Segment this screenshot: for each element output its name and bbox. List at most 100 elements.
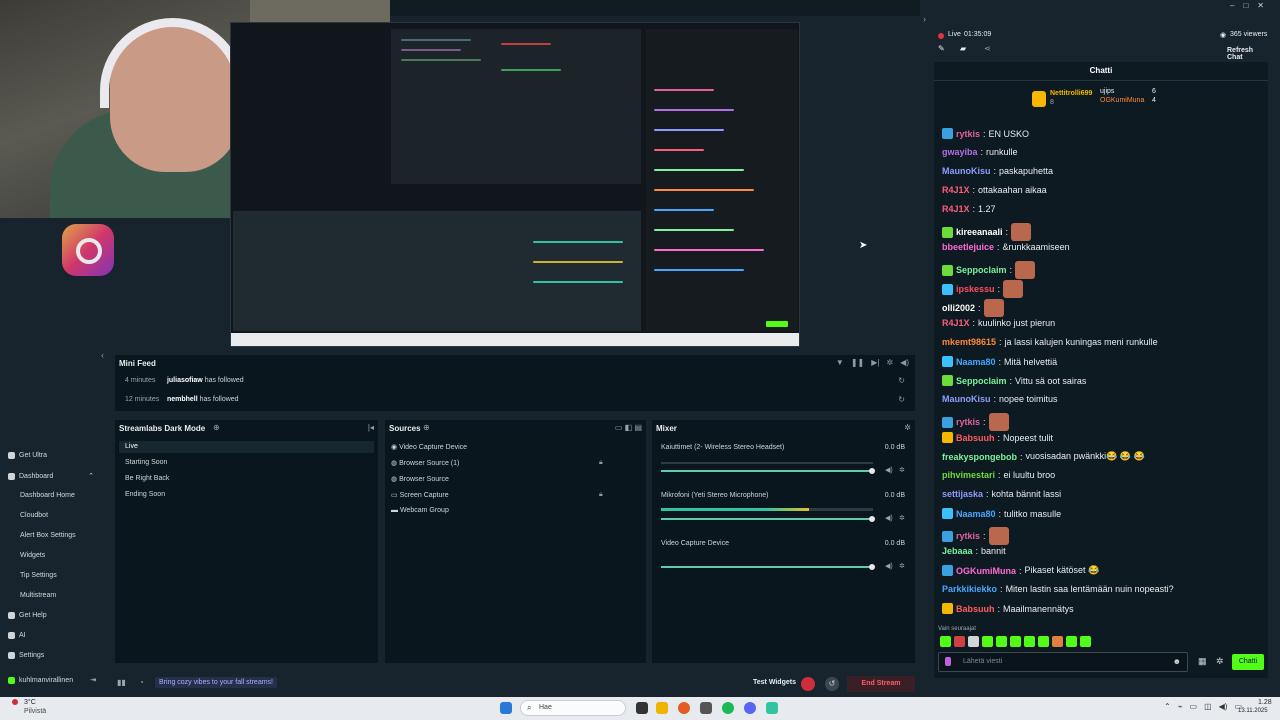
network-icon[interactable]: ◫ <box>1204 702 1212 711</box>
discord-icon[interactable] <box>744 702 756 714</box>
source-item[interactable]: ▭ Screen Capture <box>391 491 449 499</box>
taskbar-search[interactable]: ⌕ Hae <box>520 700 626 716</box>
replay-icon[interactable]: ↻ <box>898 376 905 385</box>
gear-icon[interactable]: ✲ <box>899 466 905 474</box>
share-icon[interactable]: ⋖ <box>984 44 991 53</box>
sidebar-user[interactable]: kuhlmanvirallinen ⇥ <box>8 676 96 684</box>
chat-username[interactable]: settijaska <box>942 489 983 499</box>
chat-username[interactable]: bbeetlejuice <box>942 242 994 252</box>
chat-username[interactable]: freakyspongebob <box>942 452 1017 462</box>
chat-username[interactable]: R4J1X <box>942 204 970 214</box>
close-icon[interactable]: ✕ <box>1257 1 1264 10</box>
speaker-icon[interactable]: ◀) <box>885 466 893 474</box>
gear-icon[interactable]: ✲ <box>899 514 905 522</box>
sidebar-item-cloudbot[interactable]: Cloudbot <box>20 512 48 519</box>
minimize-icon[interactable]: – <box>1230 1 1234 10</box>
sidebar-item-tip-settings[interactable]: Tip Settings <box>20 572 57 579</box>
chat-username[interactable]: R4J1X <box>942 318 970 328</box>
logout-icon[interactable]: ⇥ <box>90 676 96 684</box>
chat-username[interactable]: mkemt98615 <box>942 337 996 347</box>
emoji-icon[interactable]: ☻ <box>1173 657 1181 666</box>
add-source-icon[interactable]: ⊕ <box>423 423 430 432</box>
sidebar-item-multistream[interactable]: Multistream <box>20 592 56 599</box>
volume-slider[interactable] <box>661 470 873 472</box>
sidebar-item-dashboard[interactable]: Dashboard ⌃ <box>8 472 94 480</box>
gift-icon[interactable]: ▦ <box>1198 656 1207 667</box>
pause-icon[interactable]: ❚❚ <box>851 358 864 367</box>
chevron-up-icon[interactable]: ⌃ <box>1164 702 1171 711</box>
source-tools-icon[interactable]: ▭ ◧ ▤ <box>615 423 642 432</box>
sidebar-item-widgets[interactable]: Widgets <box>20 552 45 559</box>
edit-icon[interactable]: ✎ <box>938 44 945 53</box>
emote-bar[interactable] <box>940 636 1091 647</box>
chat-username[interactable]: Babsuuh <box>956 433 995 443</box>
sidebar-item-settings[interactable]: Settings <box>8 652 44 659</box>
chat-username[interactable]: rytkis <box>956 129 980 139</box>
promo-banner[interactable]: Bring cozy vibes to your fall streams! <box>155 677 277 688</box>
task-view-icon[interactable] <box>636 702 648 714</box>
source-item[interactable]: ◍ Browser Source <box>391 475 449 483</box>
scene-item[interactable]: Live <box>125 443 138 450</box>
volume-slider-knob[interactable] <box>869 564 875 570</box>
chat-username[interactable]: rytkis <box>956 417 980 427</box>
chat-username[interactable]: MaunoKisu <box>942 394 991 404</box>
lock-icon[interactable]: 🔒︎ <box>599 491 603 499</box>
volume-icon[interactable]: ◀) <box>900 358 909 367</box>
sidebar-item-alert-box[interactable]: Alert Box Settings <box>20 532 76 539</box>
lock-icon[interactable]: 🔒︎ <box>599 459 603 467</box>
replay-icon[interactable]: ↻ <box>898 395 905 404</box>
chat-username[interactable]: OGKumiMuna <box>956 566 1016 576</box>
mixer-settings-icon[interactable]: ✲ <box>904 423 911 432</box>
scene-transition-icon[interactable]: |◂ <box>368 423 374 432</box>
add-scene-collection-icon[interactable]: ⊕ <box>213 423 220 432</box>
skip-icon[interactable]: ▶| <box>871 358 879 367</box>
gear-icon[interactable]: ✲ <box>899 562 905 570</box>
spotify-icon[interactable] <box>722 702 734 714</box>
weather-temp[interactable]: 3°C <box>24 699 36 706</box>
chat-input[interactable]: Lähetä viesti ☻ <box>938 652 1188 672</box>
chat-username[interactable]: R4J1X <box>942 185 970 195</box>
stats-icon[interactable]: ▮▮ <box>117 678 126 687</box>
weather-desc[interactable]: Pilvistä <box>24 708 46 715</box>
chat-username[interactable]: pihvimestari <box>942 470 995 480</box>
source-item[interactable]: ◉ Video Capture Device <box>391 443 467 451</box>
clock-time[interactable]: 1.28 <box>1258 699 1272 706</box>
settings-icon[interactable]: ✲ <box>886 358 893 367</box>
chat-username[interactable]: Naama80 <box>956 357 996 367</box>
chat-username[interactable]: gwayiba <box>942 147 978 157</box>
gear-icon[interactable]: ✲ <box>1216 656 1224 667</box>
speaker-icon[interactable]: ◀) <box>885 514 893 522</box>
end-stream-button[interactable]: End Stream <box>847 676 915 692</box>
scene-item[interactable]: Ending Soon <box>125 491 165 498</box>
chat-username[interactable]: olli2002 <box>942 303 975 313</box>
record-button[interactable] <box>801 677 815 691</box>
source-item[interactable]: ◍ Browser Source (1) <box>391 459 459 467</box>
folder-icon[interactable]: ▭ <box>1190 702 1198 711</box>
chat-username[interactable]: MaunoKisu <box>942 166 991 176</box>
speaker-icon[interactable]: ◀) <box>1219 702 1228 711</box>
chat-username[interactable]: ipskessu <box>956 284 995 294</box>
chat-username[interactable]: Naama80 <box>956 509 996 519</box>
send-chat-button[interactable]: Chatti <box>1232 654 1264 670</box>
scene-item[interactable]: Starting Soon <box>125 459 167 466</box>
speaker-icon[interactable]: ◀) <box>885 562 893 570</box>
maximize-icon[interactable]: □ <box>1243 1 1248 10</box>
usb-icon[interactable]: ⌁ <box>1178 702 1183 711</box>
collapse-right-icon[interactable]: › <box>923 14 926 24</box>
refresh-chat-button[interactable]: Refresh Chat <box>1227 47 1268 61</box>
chat-username[interactable]: Babsuuh <box>956 604 995 614</box>
filter-icon[interactable]: ▼ <box>836 358 844 367</box>
replay-buffer-button[interactable]: ↺ <box>825 677 839 691</box>
app-icon[interactable] <box>700 702 712 714</box>
chat-username[interactable]: Jebaaa <box>942 546 973 556</box>
chat-username[interactable]: rytkis <box>956 531 980 541</box>
windows-start-icon[interactable] <box>500 702 512 714</box>
firefox-icon[interactable] <box>678 702 690 714</box>
volume-slider[interactable] <box>661 518 873 520</box>
sidebar-item-get-help[interactable]: Get Help <box>8 612 47 619</box>
stream-preview[interactable] <box>230 22 800 347</box>
test-widgets-button[interactable]: Test Widgets <box>753 679 796 686</box>
chat-username[interactable]: Seppoclaim <box>956 265 1007 275</box>
bell-icon[interactable]: ◔ <box>139 678 144 687</box>
volume-slider-knob[interactable] <box>869 516 875 522</box>
